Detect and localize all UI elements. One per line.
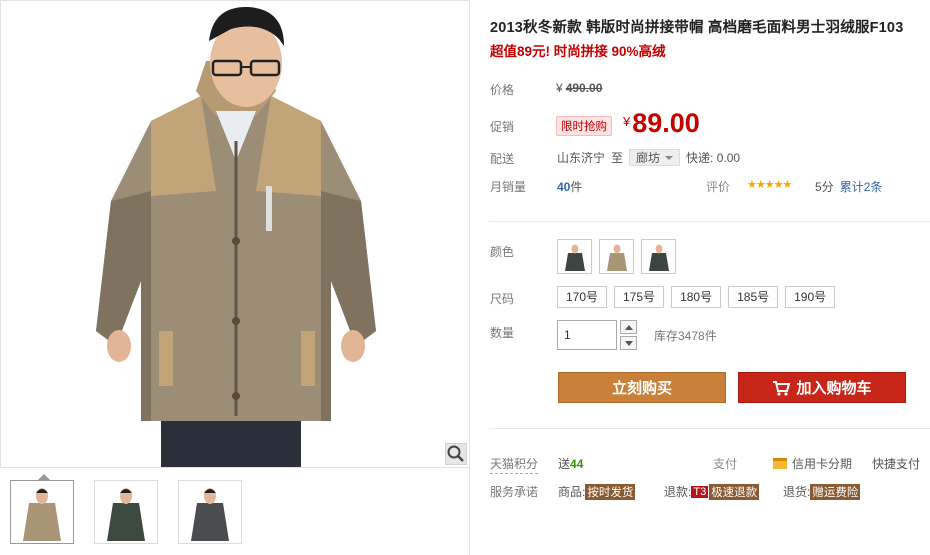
product-info-panel: 2013秋冬新款 韩版时尚拼接带帽 高档磨毛面料男士羽绒服F103 超值89元!… (489, 0, 930, 555)
thumb-gray-jacket (191, 488, 229, 541)
rating-score: 5分 累计2条 (815, 178, 882, 195)
service-on-time-delivery[interactable]: 商品: 按时发货 (558, 483, 636, 500)
product-gallery (0, 0, 470, 555)
star-rating-icon: ★★★★★ (747, 179, 792, 191)
thumb-green-jacket (107, 488, 145, 541)
man-in-jacket-illustration (96, 6, 376, 467)
score-value: 5分 (815, 180, 834, 194)
fast-refund-tag: 极速退款 (709, 483, 760, 500)
color-options (557, 239, 676, 274)
size-option[interactable]: 175号 (614, 286, 665, 308)
ship-to-word: 至 (611, 151, 624, 165)
destination-select[interactable]: 廊坊 (629, 149, 681, 166)
original-price-value: 490.00 (565, 81, 603, 95)
quantity-decrease-button[interactable] (620, 336, 637, 350)
current-price: ¥89.00 (623, 108, 700, 139)
ship-from: 山东济宁 (557, 151, 606, 165)
destination-value: 廊坊 (636, 151, 661, 165)
express-fee: 快递: 0.00 (686, 151, 741, 165)
quantity-label: 数量 (490, 326, 515, 340)
jacket-thumb-icon (564, 244, 585, 271)
thumbnail-1[interactable] (10, 474, 74, 544)
zoom-button[interactable] (445, 443, 467, 465)
monthly-sales-label: 月销量 (490, 180, 527, 194)
color-option-1[interactable] (557, 239, 592, 274)
fast-pay[interactable]: 快捷支付 (872, 455, 920, 472)
chevron-up-icon (624, 324, 633, 330)
size-option[interactable]: 170号 (557, 286, 608, 308)
jacket-thumb-icon (606, 244, 627, 271)
color-option-3[interactable] (641, 239, 676, 274)
thumbnail-2[interactable] (94, 480, 158, 544)
return-insurance-tag: 赠运费险 (810, 483, 861, 500)
payment-label: 支付 (713, 457, 738, 471)
thumbnail-3[interactable] (178, 480, 242, 544)
currency-symbol: ¥ (556, 81, 563, 95)
magnifier-icon (447, 445, 464, 462)
credit-card-icon (773, 458, 787, 469)
thumbnail-strip (10, 474, 242, 544)
current-price-value: 89.00 (632, 108, 700, 138)
points-value: 44 (570, 457, 584, 471)
shipping-label: 配送 (490, 152, 515, 166)
divider (489, 428, 930, 429)
quantity-increase-button[interactable] (620, 320, 637, 334)
credit-installment-label: 信用卡分期 (792, 457, 853, 471)
color-label: 颜色 (490, 245, 515, 259)
shipping-info: 山东济宁 至 廊坊 快递: 0.00 (557, 149, 740, 166)
credit-installment[interactable]: 信用卡分期 (773, 455, 852, 472)
t3-badge: T3 (691, 485, 709, 498)
buy-now-button[interactable]: 立刻购买 (558, 372, 726, 403)
thumb-khaki-jacket (23, 488, 61, 541)
stock-count: 库存3478件 (654, 329, 717, 343)
chevron-down-icon (665, 155, 674, 160)
add-to-cart-button[interactable]: 加入购物车 (738, 372, 906, 403)
return-prefix: 退货: (783, 485, 811, 499)
service-fast-refund[interactable]: 退款: T3 极速退款 (664, 483, 760, 500)
service-return-insurance[interactable]: 退货: 赠运费险 (783, 483, 861, 500)
main-product-image[interactable] (0, 0, 470, 468)
points-prefix: 送 (558, 457, 571, 471)
sales-count: 40 (557, 180, 571, 194)
review-count-link[interactable]: 累计2条 (840, 180, 883, 194)
color-option-2[interactable] (599, 239, 634, 274)
size-option[interactable]: 190号 (785, 286, 836, 308)
size-options: 170号 175号 180号 185号 190号 (557, 286, 836, 308)
price-label: 价格 (490, 83, 515, 97)
product-title: 2013秋冬新款 韩版时尚拼接带帽 高档磨毛面料男士羽绒服F103 (490, 20, 904, 36)
original-price: ¥490.00 (556, 81, 602, 95)
monthly-sales: 40件 (557, 178, 582, 195)
refund-prefix: 退款: (664, 485, 692, 499)
sales-unit: 件 (570, 180, 583, 194)
product-subtitle: 超值89元! 时尚拼接 90%高绒 (490, 44, 666, 59)
size-option[interactable]: 180号 (671, 286, 722, 308)
points-info: 送44 (558, 455, 583, 472)
goods-prefix: 商品: (558, 485, 586, 499)
size-option[interactable]: 185号 (728, 286, 779, 308)
service-promise-label: 服务承诺 (490, 485, 539, 499)
promo-label: 促销 (490, 120, 515, 134)
rating-label: 评价 (706, 180, 731, 194)
on-time-delivery-tag: 按时发货 (585, 483, 636, 500)
chevron-down-icon (624, 340, 633, 346)
quantity-input[interactable] (557, 320, 617, 350)
price-currency: ¥ (623, 114, 631, 129)
cart-icon (773, 380, 791, 396)
points-label[interactable]: 天猫积分 (490, 455, 539, 474)
add-to-cart-label: 加入购物车 (796, 380, 872, 397)
divider (489, 221, 930, 222)
jacket-thumb-icon (648, 244, 669, 271)
active-thumb-arrow-icon (38, 474, 50, 480)
size-label: 尺码 (490, 292, 515, 306)
promo-badge: 限时抢购 (556, 116, 612, 136)
